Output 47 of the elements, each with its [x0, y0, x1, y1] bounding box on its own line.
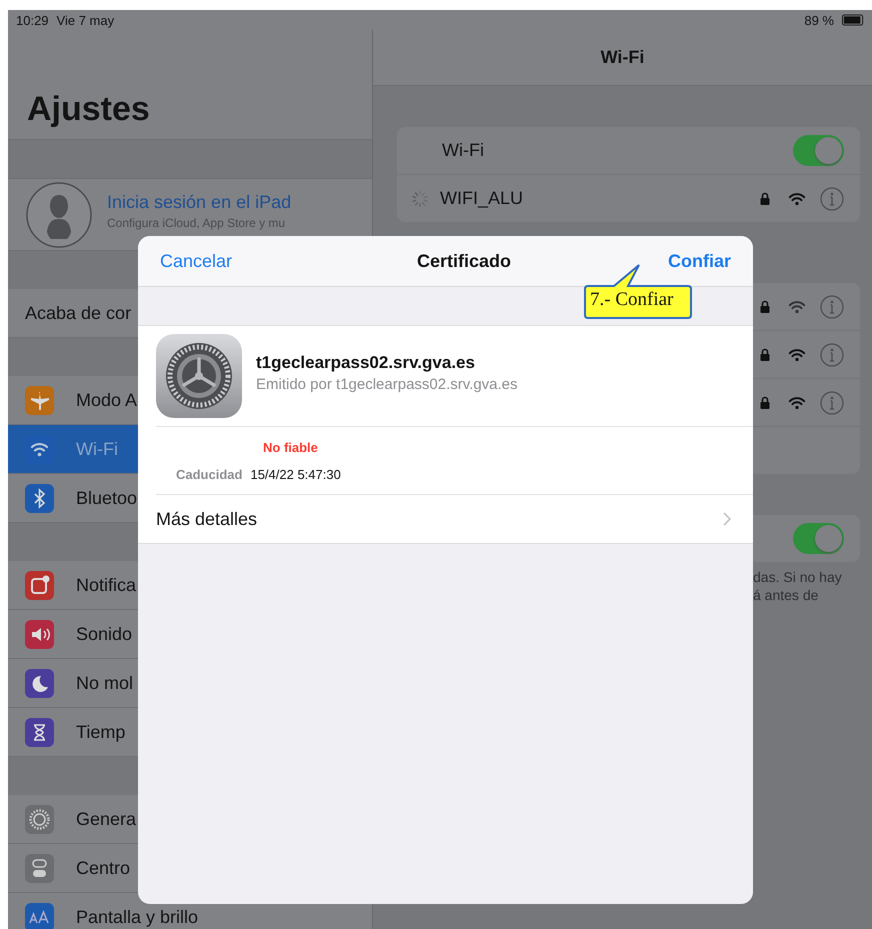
airplane-icon: [25, 386, 54, 414]
wifi-signal-icon: [788, 300, 806, 314]
network-name[interactable]: WIFI_ALU: [440, 188, 524, 209]
footnote-line: das. Si no hay: [753, 568, 843, 586]
lock-icon: [760, 300, 770, 313]
toggle-switch[interactable]: [793, 135, 844, 166]
status-date: Vie 7 may: [56, 12, 114, 28]
toggle-switch[interactable]: [793, 523, 844, 554]
lock-icon: [760, 396, 770, 409]
gear-icon: [156, 334, 242, 418]
wifi-signal-icon: [788, 192, 806, 206]
cancel-button[interactable]: Cancelar: [160, 250, 232, 272]
trust-status: No fiable: [263, 440, 319, 454]
wifi-label: Wi-Fi: [442, 140, 484, 161]
more-details-row[interactable]: Más detalles: [150, 495, 753, 543]
wifi-icon: [25, 434, 54, 464]
info-icon[interactable]: [820, 294, 844, 318]
info-icon[interactable]: [820, 390, 844, 414]
expiry-label: Caducidad: [176, 466, 242, 482]
bluetooth-icon: [25, 484, 54, 512]
certificate-name: t1geclearpass02.srv.gva.es: [256, 353, 476, 373]
footnote-line: á antes de: [753, 586, 820, 604]
gear-icon: [25, 804, 54, 834]
info-icon[interactable]: [820, 342, 844, 366]
text-icon: [25, 902, 54, 929]
trust-button[interactable]: Confiar: [668, 250, 731, 272]
battery-icon: [842, 14, 864, 26]
panel-title: Wi-Fi: [600, 47, 644, 68]
avatar-icon: [25, 180, 93, 248]
moon-icon: [25, 668, 54, 698]
wifi-signal-icon: [788, 348, 806, 362]
lock-icon: [760, 192, 770, 205]
notif-icon: [25, 570, 54, 600]
chevron-icon: [723, 512, 731, 526]
status-time: 10:29: [16, 12, 49, 28]
expiry-date: 15/4/22 5:47:30: [250, 466, 341, 482]
hourglass-icon: [25, 718, 54, 746]
lock-icon: [760, 348, 770, 361]
callout-text: 7.- Confiar: [590, 289, 674, 311]
wifi-signal-icon: [788, 396, 806, 410]
sound-icon: [25, 620, 54, 648]
dialog-title: Certificado: [417, 250, 512, 272]
switches-icon: [25, 854, 54, 882]
battery-percent: 89 %: [804, 12, 834, 28]
certificate-issuer: Emitido por t1geclearpass02.srv.gva.es: [256, 376, 518, 393]
sidebar-title: Ajustes: [27, 90, 150, 129]
info-icon[interactable]: [820, 186, 844, 210]
